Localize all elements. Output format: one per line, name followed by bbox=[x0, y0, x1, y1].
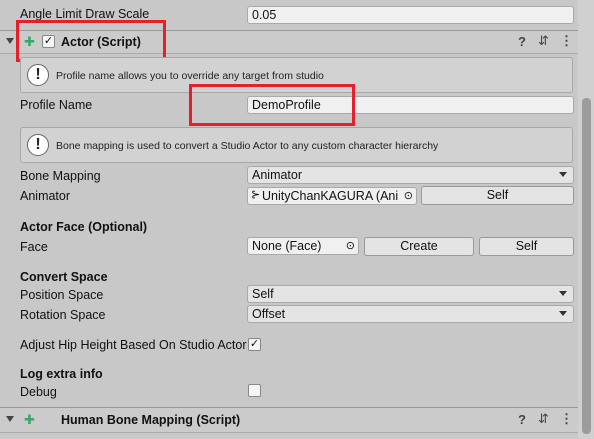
human-bone-mapping-header[interactable]: ✚ Human Bone Mapping (Script) ? ⇵ ⋮ bbox=[0, 407, 578, 433]
rotation-space-dropdown[interactable]: Offset bbox=[247, 305, 574, 323]
animator-component-icon: ⊱ bbox=[251, 189, 261, 201]
profile-help-text: Profile name allows you to override any … bbox=[56, 70, 324, 82]
chevron-down-icon bbox=[559, 291, 567, 296]
face-create-button[interactable]: Create bbox=[364, 237, 474, 256]
sliders-icon[interactable]: ⇵ bbox=[538, 411, 549, 427]
chevron-down-icon bbox=[559, 311, 567, 316]
animator-object-field[interactable]: ⊱ UnityChanKAGURA (Ani ⊙ bbox=[247, 187, 417, 205]
foldout-arrow-icon[interactable] bbox=[6, 416, 14, 422]
animator-label: Animator bbox=[20, 189, 71, 203]
position-space-dropdown[interactable]: Self bbox=[247, 285, 574, 303]
profile-name-label: Profile Name bbox=[20, 98, 93, 112]
angle-limit-field[interactable]: 0.05 bbox=[247, 6, 574, 24]
position-space-label: Position Space bbox=[20, 288, 104, 302]
face-object-field[interactable]: None (Face) ⊙ bbox=[247, 237, 359, 255]
debug-label: Debug bbox=[20, 385, 57, 399]
animator-self-button[interactable]: Self bbox=[421, 186, 574, 205]
object-picker-icon[interactable]: ⊙ bbox=[403, 189, 413, 202]
highlight-profile-name bbox=[189, 84, 355, 126]
face-value: None (Face) bbox=[252, 239, 322, 253]
bone-mapping-help-text: Bone mapping is used to convert a Studio… bbox=[56, 140, 439, 152]
highlight-actor-header bbox=[16, 20, 166, 62]
info-icon: ! bbox=[27, 64, 49, 86]
question-icon[interactable]: ? bbox=[518, 412, 526, 427]
kebab-menu-icon[interactable]: ⋮ bbox=[560, 33, 573, 49]
sliders-icon[interactable]: ⇵ bbox=[538, 33, 549, 49]
debug-checkbox[interactable] bbox=[248, 384, 261, 397]
bone-mapping-value: Animator bbox=[252, 168, 303, 182]
face-label: Face bbox=[20, 240, 48, 254]
adjust-hip-checkbox[interactable]: ✓ bbox=[248, 338, 261, 351]
adjust-hip-label: Adjust Hip Height Based On Studio Actor bbox=[20, 338, 247, 352]
rotation-space-label: Rotation Space bbox=[20, 308, 106, 322]
convert-space-heading: Convert Space bbox=[20, 270, 108, 284]
animator-value: UnityChanKAGURA (Ani bbox=[262, 189, 399, 203]
scrollbar-thumb[interactable] bbox=[582, 98, 591, 434]
bone-mapping-label: Bone Mapping bbox=[20, 169, 101, 183]
log-extra-info-heading: Log extra info bbox=[20, 367, 103, 381]
face-self-button[interactable]: Self bbox=[479, 237, 574, 256]
actor-face-heading: Actor Face (Optional) bbox=[20, 220, 148, 234]
question-icon[interactable]: ? bbox=[518, 34, 526, 49]
bone-mapping-help-box: ! Bone mapping is used to convert a Stud… bbox=[20, 127, 573, 163]
script-icon: ✚ bbox=[24, 412, 35, 427]
foldout-arrow-icon[interactable] bbox=[6, 38, 14, 44]
info-icon: ! bbox=[27, 134, 49, 156]
object-picker-icon[interactable]: ⊙ bbox=[345, 239, 355, 252]
human-bone-mapping-title: Human Bone Mapping (Script) bbox=[61, 413, 241, 427]
angle-limit-label: Angle Limit Draw Scale bbox=[20, 7, 150, 21]
kebab-menu-icon[interactable]: ⋮ bbox=[560, 411, 573, 427]
rotation-space-value: Offset bbox=[252, 307, 286, 321]
bone-mapping-dropdown[interactable]: Animator bbox=[247, 166, 574, 184]
chevron-down-icon bbox=[559, 172, 567, 177]
position-space-value: Self bbox=[252, 287, 274, 301]
